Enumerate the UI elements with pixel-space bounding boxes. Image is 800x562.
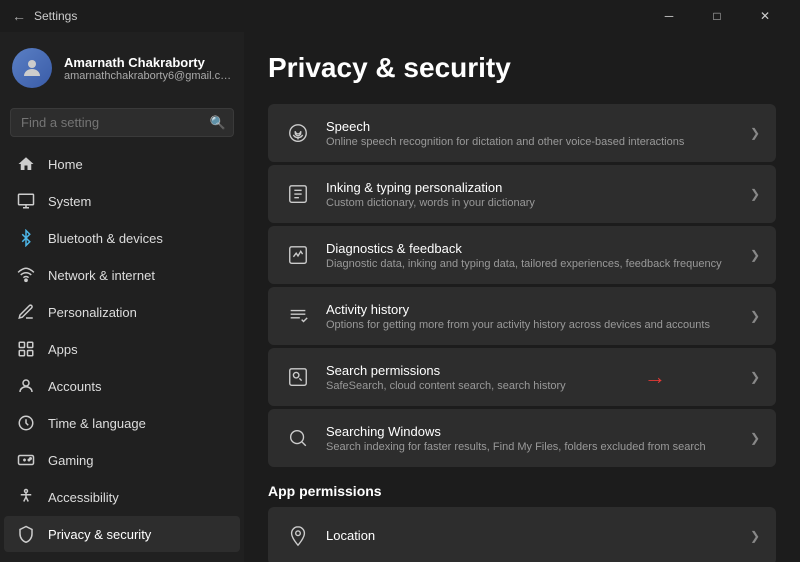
sidebar-item-label-network: Network & internet [48,268,228,283]
title-bar-left: ← Settings [12,8,646,24]
sidebar-item-home[interactable]: Home [4,146,240,182]
sidebar-item-label-gaming: Gaming [48,453,228,468]
close-button[interactable]: ✕ [742,0,788,32]
setting-desc-diagnostics: Diagnostic data, inking and typing data,… [326,258,736,270]
setting-searching-windows[interactable]: Searching Windows Search indexing for fa… [268,409,776,467]
bluetooth-icon [16,228,36,248]
sidebar-item-label-home: Home [48,157,228,172]
setting-search-permissions[interactable]: Search permissions SafeSearch, cloud con… [268,348,776,406]
setting-text-inking: Inking & typing personalization Custom d… [326,180,736,209]
setting-text-speech: Speech Online speech recognition for dic… [326,119,736,148]
sidebar: Amarnath Chakraborty amarnathchakraborty… [0,32,244,562]
setting-desc-speech: Online speech recognition for dictation … [326,136,736,148]
diagnostics-icon [284,241,312,269]
setting-name-speech: Speech [326,119,736,134]
speech-icon [284,119,312,147]
search-box: 🔍 [10,108,234,137]
sidebar-item-system[interactable]: System [4,183,240,219]
title-bar-controls: ─ □ ✕ [646,0,788,32]
location-icon [284,522,312,550]
sidebar-item-update[interactable]: Windows Update [4,553,240,562]
sidebar-item-accounts[interactable]: Accounts [4,368,240,404]
home-icon [16,154,36,174]
sidebar-item-apps[interactable]: Apps [4,331,240,367]
user-profile[interactable]: Amarnath Chakraborty amarnathchakraborty… [0,32,244,104]
setting-name-activity: Activity history [326,302,736,317]
content-area: Privacy & security Speech Online speech … [244,32,800,562]
time-icon [16,413,36,433]
chevron-speech: ❯ [750,126,760,140]
sidebar-item-time[interactable]: Time & language [4,405,240,441]
setting-text-location: Location [326,528,736,545]
sidebar-item-label-apps: Apps [48,342,228,357]
sidebar-item-label-time: Time & language [48,416,228,431]
minimize-button[interactable]: ─ [646,0,692,32]
sidebar-item-accessibility[interactable]: Accessibility [4,479,240,515]
chevron-search-permissions: ❯ [750,370,760,384]
accounts-icon [16,376,36,396]
chevron-activity: ❯ [750,309,760,323]
sidebar-item-label-personalization: Personalization [48,305,228,320]
user-name: Amarnath Chakraborty [64,55,232,70]
title-bar: ← Settings ─ □ ✕ [0,0,800,32]
setting-desc-searching-windows: Search indexing for faster results, Find… [326,441,736,453]
back-button[interactable]: ← [12,8,26,24]
setting-text-activity: Activity history Options for getting mor… [326,302,736,331]
setting-name-location: Location [326,528,736,543]
chevron-searching-windows: ❯ [750,431,760,445]
avatar [12,48,52,88]
setting-location[interactable]: Location ❯ [268,507,776,562]
setting-speech[interactable]: Speech Online speech recognition for dic… [268,104,776,162]
search-permissions-icon [284,363,312,391]
sidebar-item-label-system: System [48,194,228,209]
user-email: amarnathchakraborty6@gmail.com [64,70,232,82]
search-icon: 🔍 [210,115,226,131]
setting-text-search-permissions: Search permissions SafeSearch, cloud con… [326,363,736,392]
setting-activity[interactable]: Activity history Options for getting mor… [268,287,776,345]
sidebar-item-label-accounts: Accounts [48,379,228,394]
sidebar-item-network[interactable]: Network & internet [4,257,240,293]
sidebar-item-bluetooth[interactable]: Bluetooth & devices [4,220,240,256]
setting-name-diagnostics: Diagnostics & feedback [326,241,736,256]
privacy-icon [16,524,36,544]
system-icon [16,191,36,211]
network-icon [16,265,36,285]
searching-windows-icon [284,424,312,452]
activity-icon [284,302,312,330]
main-layout: Amarnath Chakraborty amarnathchakraborty… [0,32,800,562]
title-bar-title: Settings [34,9,77,23]
setting-text-diagnostics: Diagnostics & feedback Diagnostic data, … [326,241,736,270]
sidebar-item-label-bluetooth: Bluetooth & devices [48,231,228,246]
sidebar-item-personalization[interactable]: Personalization [4,294,240,330]
sidebar-item-label-privacy: Privacy & security [48,527,228,542]
accessibility-icon [16,487,36,507]
setting-name-search-permissions: Search permissions [326,363,736,378]
setting-name-searching-windows: Searching Windows [326,424,736,439]
setting-desc-search-permissions: SafeSearch, cloud content search, search… [326,380,736,392]
setting-diagnostics[interactable]: Diagnostics & feedback Diagnostic data, … [268,226,776,284]
app-permissions-header: App permissions [268,483,776,499]
setting-text-searching-windows: Searching Windows Search indexing for fa… [326,424,736,453]
chevron-inking: ❯ [750,187,760,201]
setting-desc-inking: Custom dictionary, words in your diction… [326,197,736,209]
user-info: Amarnath Chakraborty amarnathchakraborty… [64,55,232,82]
gaming-icon [16,450,36,470]
chevron-location: ❯ [750,529,760,543]
personalization-icon [16,302,36,322]
sidebar-item-gaming[interactable]: Gaming [4,442,240,478]
chevron-diagnostics: ❯ [750,248,760,262]
setting-name-inking: Inking & typing personalization [326,180,736,195]
setting-inking[interactable]: Inking & typing personalization Custom d… [268,165,776,223]
nav-list: Home System Bluetooth & devices Network … [0,145,244,562]
sidebar-item-label-accessibility: Accessibility [48,490,228,505]
inking-icon [284,180,312,208]
page-title: Privacy & security [268,52,776,84]
apps-icon [16,339,36,359]
maximize-button[interactable]: □ [694,0,740,32]
setting-desc-activity: Options for getting more from your activ… [326,319,736,331]
sidebar-item-privacy[interactable]: Privacy & security [4,516,240,552]
search-input[interactable] [10,108,234,137]
